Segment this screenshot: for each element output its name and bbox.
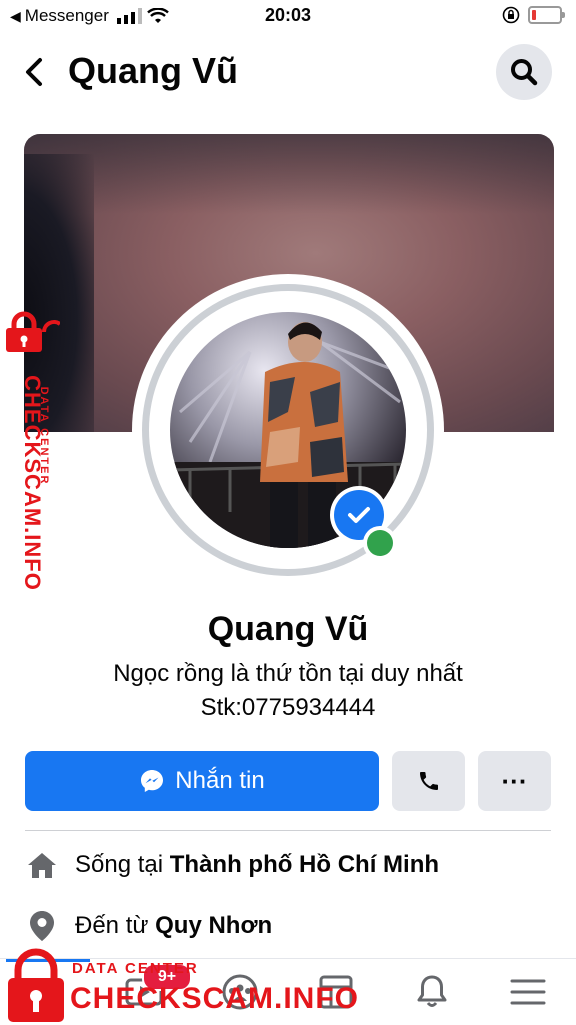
chevron-left-icon xyxy=(26,58,42,86)
from-place[interactable]: Quy Nhơn xyxy=(155,912,272,940)
more-options-button[interactable]: ··· xyxy=(478,751,551,811)
more-options-label: ··· xyxy=(501,765,528,796)
lives-in-place[interactable]: Thành phố Hồ Chí Minh xyxy=(170,851,439,879)
bio-line-2: Stk:0775934444 xyxy=(200,694,376,721)
status-icons xyxy=(502,6,565,24)
bio-line-1: Ngọc rồng là thứ tồn tại duy nhất xyxy=(113,660,463,687)
page-title: Quang Vũ xyxy=(68,50,238,91)
status-bar: ◀ Messenger 20:03 xyxy=(0,0,576,32)
menu-icon xyxy=(510,979,546,1005)
call-button[interactable] xyxy=(392,751,465,811)
lock-icon xyxy=(6,311,60,352)
lives-in-prefix: Sống tại xyxy=(75,851,164,878)
phone-icon xyxy=(419,772,438,790)
message-button[interactable]: Nhắn tin xyxy=(25,751,379,811)
orientation-lock-icon xyxy=(502,6,520,24)
search-button[interactable] xyxy=(496,44,552,100)
message-button-label: Nhắn tin xyxy=(175,767,265,794)
watermark-bottom-sub: DATA CENTER xyxy=(72,960,199,977)
home-icon xyxy=(25,848,59,882)
from-prefix: Đến từ xyxy=(75,912,149,939)
profile-name: Quang Vũ xyxy=(207,610,369,648)
watermark-side-text: CHECKSCAM.INFO xyxy=(20,375,45,591)
messenger-icon xyxy=(141,770,164,792)
watermark-side: DATA CENTER CHECKSCAM.INFO xyxy=(2,310,62,591)
search-icon xyxy=(511,59,538,86)
battery-icon xyxy=(528,6,565,24)
clock: 20:03 xyxy=(264,5,312,25)
lock-icon xyxy=(8,948,64,1022)
back-button[interactable] xyxy=(20,54,50,90)
info-from: Đến từ Quy Nhơn xyxy=(25,906,551,946)
nav-notifications[interactable] xyxy=(384,959,480,1025)
profile-header: Quang Vũ xyxy=(0,38,576,108)
nav-menu[interactable] xyxy=(480,959,576,1025)
watermark-bottom-text: CHECKSCAM.INFO xyxy=(70,982,359,1015)
info-lives-in: Sống tại Thành phố Hồ Chí Minh xyxy=(25,845,551,885)
notifications-icon xyxy=(417,975,447,1007)
location-pin-icon xyxy=(25,909,59,943)
divider xyxy=(25,830,551,831)
checkmark-icon xyxy=(348,507,370,523)
online-status-dot xyxy=(363,526,397,560)
